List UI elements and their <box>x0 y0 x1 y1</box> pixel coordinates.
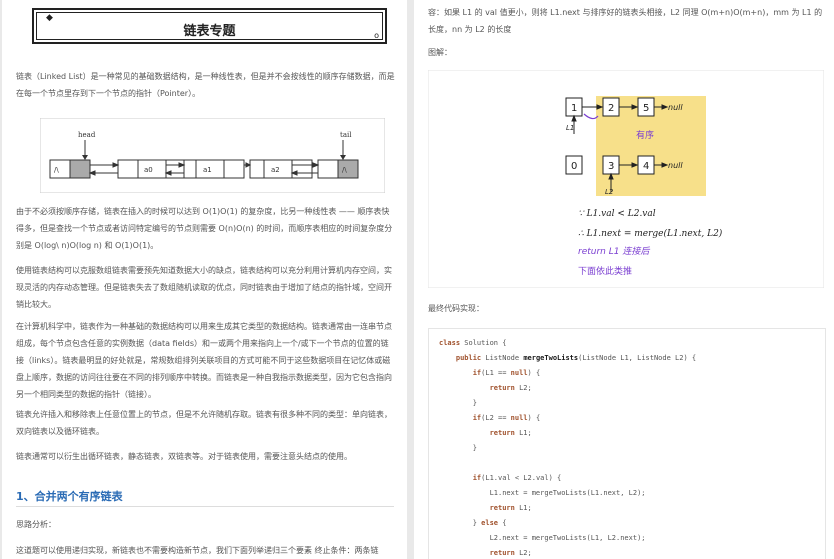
code-line: class Solution { <box>439 339 507 347</box>
left-page: ◆ o 链表专题 链表（Linked List）是一种常见的基础数据结构，是一种… <box>2 0 407 559</box>
code-line: return L2; <box>489 384 532 392</box>
diagram-label: 图解： <box>428 48 452 57</box>
recursion-line: ∴ L1.next = merge(L1.next, L2) <box>578 228 723 239</box>
node-a2: a2 <box>271 166 280 174</box>
code-line: public ListNode mergeTwoLists(ListNode L… <box>455 354 697 362</box>
right-page: 容：如果 L1 的 val 值更小，则将 L1.next 与排序好的链表头相接，… <box>414 0 834 559</box>
repeat-line: 下面依此类推 <box>578 265 632 277</box>
recursion-paragraph: 这道题可以使用递归实现，新链表也不需要构造新节点，我们下面列举递归三个要素 终止… <box>16 546 379 555</box>
code-line: if(L1 == null) { <box>472 369 541 377</box>
title-frame: ◆ o 链表专题 <box>32 8 387 44</box>
types-paragraph: 链表允许插入和移除表上任意位置上的节点，但是不允许随机存取。链表有很多种不同的类… <box>16 410 392 436</box>
tail-label: tail <box>340 131 352 139</box>
definition-paragraph: 在计算机科学中，链表作为一种基础的数据结构可以用来生成其它类型的数据结构。链表通… <box>16 322 392 399</box>
analysis-label: 思路分析： <box>16 520 56 529</box>
condition-line: ∵ L1.val < L2.val <box>578 209 656 219</box>
complexity-paragraph: 由于不必须按顺序存储，链表在插入的时候可以达到 O(1)O(1) 的复杂度，比另… <box>16 207 393 250</box>
node-bottom-0: 0 <box>571 161 577 172</box>
continued-paragraph: 容：如果 L1 的 val 值更小，则将 L1.next 与排序好的链表头相接，… <box>428 8 823 34</box>
sorted-label: 有序 <box>636 129 654 141</box>
code-line: return L1; <box>489 504 532 512</box>
code-line: } else { <box>439 519 507 527</box>
null-symbol-right: /\ <box>342 166 347 174</box>
linked-list-diagram: head tail /\ a0 a1 a2 /\ <box>40 118 385 193</box>
code-label: 最终代码实现： <box>428 304 484 313</box>
null-symbol-left: /\ <box>54 166 59 174</box>
code-line: } <box>439 399 477 407</box>
code-line: } <box>439 444 477 452</box>
memory-paragraph: 使用链表结构可以克服数组链表需要预先知道数据大小的缺点，链表结构可以充分利用计算… <box>16 266 392 309</box>
code-line: L2.next = mergeTwoLists(L1, L2.next); <box>439 534 646 542</box>
merge-illustration: 1 2 5 null 0 3 4 null L1 L2 有序 ∵ L1.val … <box>428 70 824 288</box>
head-label: head <box>78 131 96 139</box>
section-heading: 1、合并两个有序链表 <box>16 490 123 503</box>
node-a0: a0 <box>144 166 153 174</box>
derivation-paragraph: 链表通常可以衍生出循环链表，静态链表，双链表等。对于链表使用，需要注意头结点的使… <box>16 452 352 461</box>
node-a1: a1 <box>203 166 212 174</box>
null-top: null <box>668 103 683 112</box>
code-line: if(L1.val < L2.val) { <box>472 474 562 482</box>
code-block: class Solution { public ListNode mergeTw… <box>428 328 826 559</box>
node-bottom-3: 3 <box>608 161 614 172</box>
intro-paragraph: 链表（Linked List）是一种常见的基础数据结构，是一种线性表，但是并不会… <box>16 72 395 98</box>
node-top-5: 5 <box>643 103 649 114</box>
code-line: return L2; <box>489 549 532 557</box>
code-line: L1.next = mergeTwoLists(L1.next, L2); <box>439 489 646 497</box>
l1-label: L1 <box>566 124 574 132</box>
code-line: return L1; <box>489 429 532 437</box>
l2-label: L2 <box>605 188 614 196</box>
code-line: if(L2 == null) { <box>472 414 541 422</box>
node-bottom-4: 4 <box>643 161 649 172</box>
return-line: return L1 连接后 <box>578 246 650 257</box>
page-title: 链表专题 <box>183 24 236 39</box>
node-top-2: 2 <box>608 103 614 114</box>
null-bottom: null <box>668 161 683 170</box>
node-top-1: 1 <box>571 103 577 114</box>
